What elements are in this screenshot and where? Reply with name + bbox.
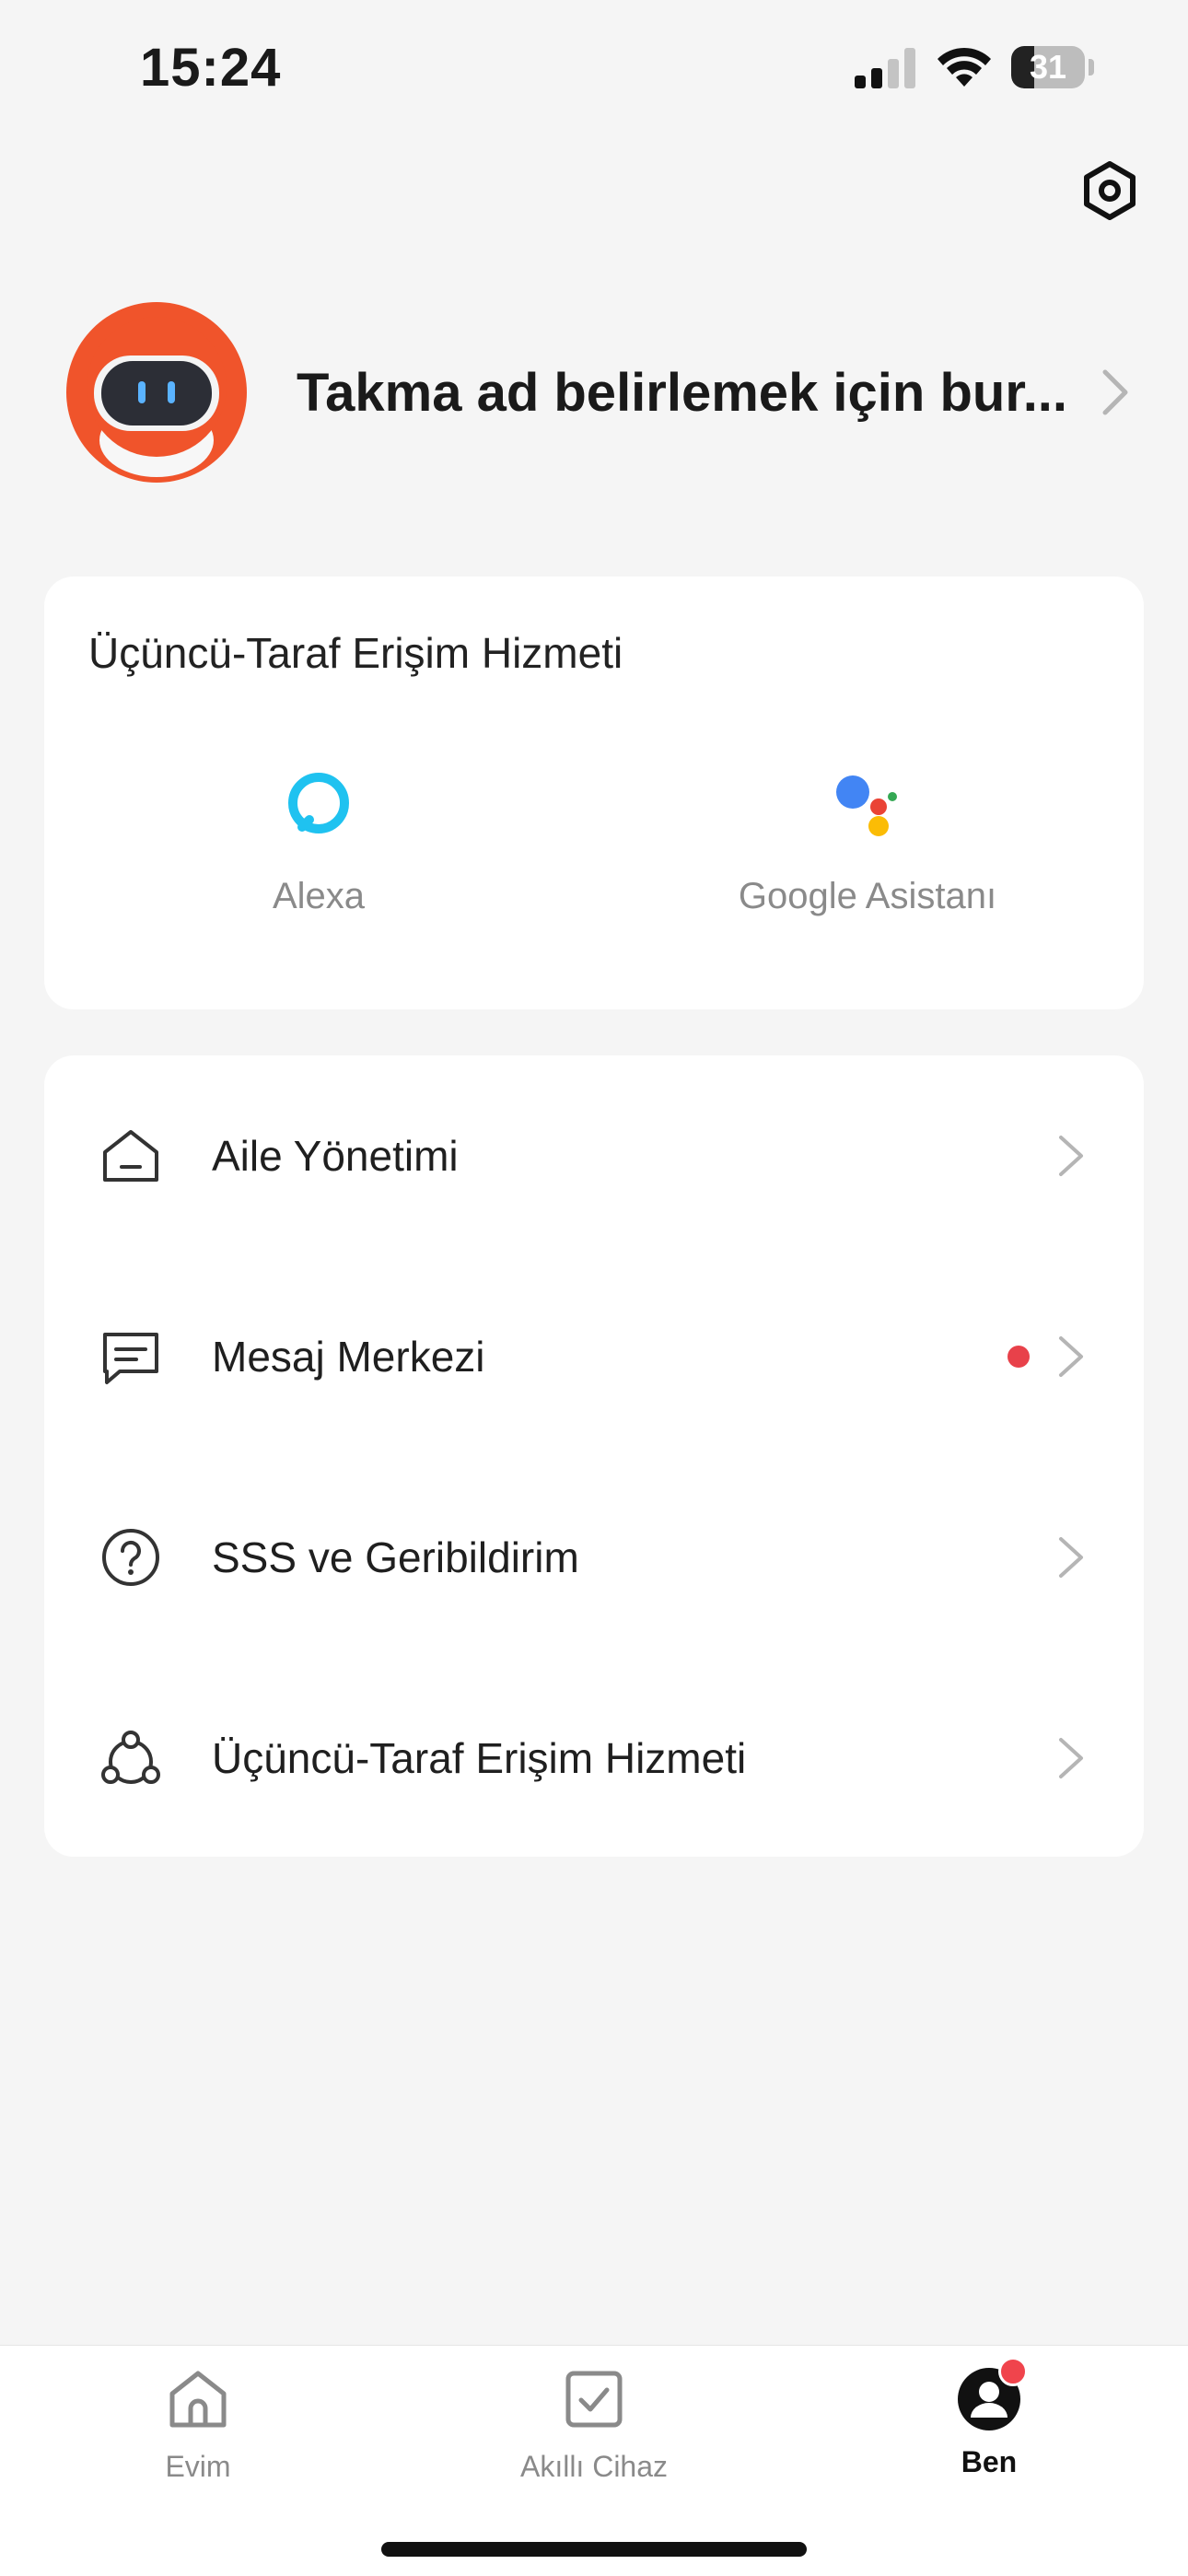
- chevron-right-icon: [1102, 369, 1128, 415]
- tab-label: Akıllı Cihaz: [519, 2450, 669, 2483]
- tab-label: Evim: [165, 2450, 231, 2483]
- message-icon: [103, 1333, 158, 1384]
- home-indicator: [381, 2542, 807, 2557]
- third-party-title: Üçüncü-Taraf Erişim Hizmeti: [88, 629, 623, 677]
- chevron-right-icon: [1059, 1136, 1083, 1176]
- nickname-label[interactable]: Takma ad belirlemek için bur...: [297, 362, 1070, 424]
- google-assistant-label: Google Asistanı: [738, 876, 997, 916]
- settings-button[interactable]: [1076, 157, 1144, 225]
- status-time: 15:24: [140, 38, 282, 98]
- tab-label: Ben: [961, 2445, 1018, 2478]
- menu-item-message-center[interactable]: Mesaj Merkezi: [44, 1256, 1144, 1457]
- avatar[interactable]: [66, 302, 247, 483]
- battery-indicator: 31: [1011, 46, 1094, 88]
- tab-home[interactable]: Evim: [60, 2366, 336, 2484]
- tab-me[interactable]: Ben: [851, 2357, 1127, 2479]
- question-icon: [102, 1529, 159, 1586]
- alexa-item[interactable]: Alexa: [79, 766, 558, 917]
- wifi-icon: [938, 47, 991, 87]
- alexa-label: Alexa: [272, 876, 366, 916]
- home-tab-icon: [169, 2371, 227, 2428]
- notification-dot: [1007, 1346, 1030, 1368]
- menu-label: Mesaj Merkezi: [212, 1333, 485, 1381]
- settings-hexagon-icon: [1084, 161, 1136, 220]
- menu-item-third-party-access[interactable]: Üçüncü-Taraf Erişim Hizmeti: [44, 1658, 1144, 1859]
- battery-level: 31: [1029, 48, 1067, 86]
- chevron-right-icon: [1059, 1537, 1083, 1578]
- alexa-icon: [288, 773, 349, 833]
- menu-label: Aile Yönetimi: [212, 1132, 459, 1180]
- robot-avatar-icon: [66, 302, 247, 483]
- notification-dot: [998, 2357, 1028, 2386]
- home-icon: [103, 1130, 158, 1182]
- google-assistant-item[interactable]: Google Asistanı: [628, 766, 1107, 917]
- menu-item-faq-feedback[interactable]: SSS ve Geribildirim: [44, 1457, 1144, 1658]
- google-assistant-icon: [836, 775, 897, 836]
- profile-row[interactable]: Takma ad belirlemek için bur...: [66, 300, 1135, 484]
- profile-tab-icon-wrap: [956, 2357, 1028, 2432]
- chevron-right-icon: [1059, 1336, 1083, 1377]
- tab-smart-device[interactable]: Akıllı Cihaz: [456, 2366, 732, 2484]
- cellular-signal-icon: [855, 48, 915, 88]
- menu-label: Üçüncü-Taraf Erişim Hizmeti: [212, 1734, 747, 1782]
- menu-card: Aile Yönetimi Mesaj Merkezi SSS ve Gerib…: [44, 1055, 1144, 1857]
- chevron-right-icon: [1059, 1738, 1083, 1778]
- menu-item-family-management[interactable]: Aile Yönetimi: [44, 1055, 1144, 1256]
- menu-label: SSS ve Geribildirim: [212, 1533, 579, 1581]
- third-party-card: Üçüncü-Taraf Erişim Hizmeti Alexa Google…: [44, 577, 1144, 1009]
- share-nodes-icon: [101, 1731, 160, 1784]
- checkbox-tab-icon: [565, 2371, 623, 2428]
